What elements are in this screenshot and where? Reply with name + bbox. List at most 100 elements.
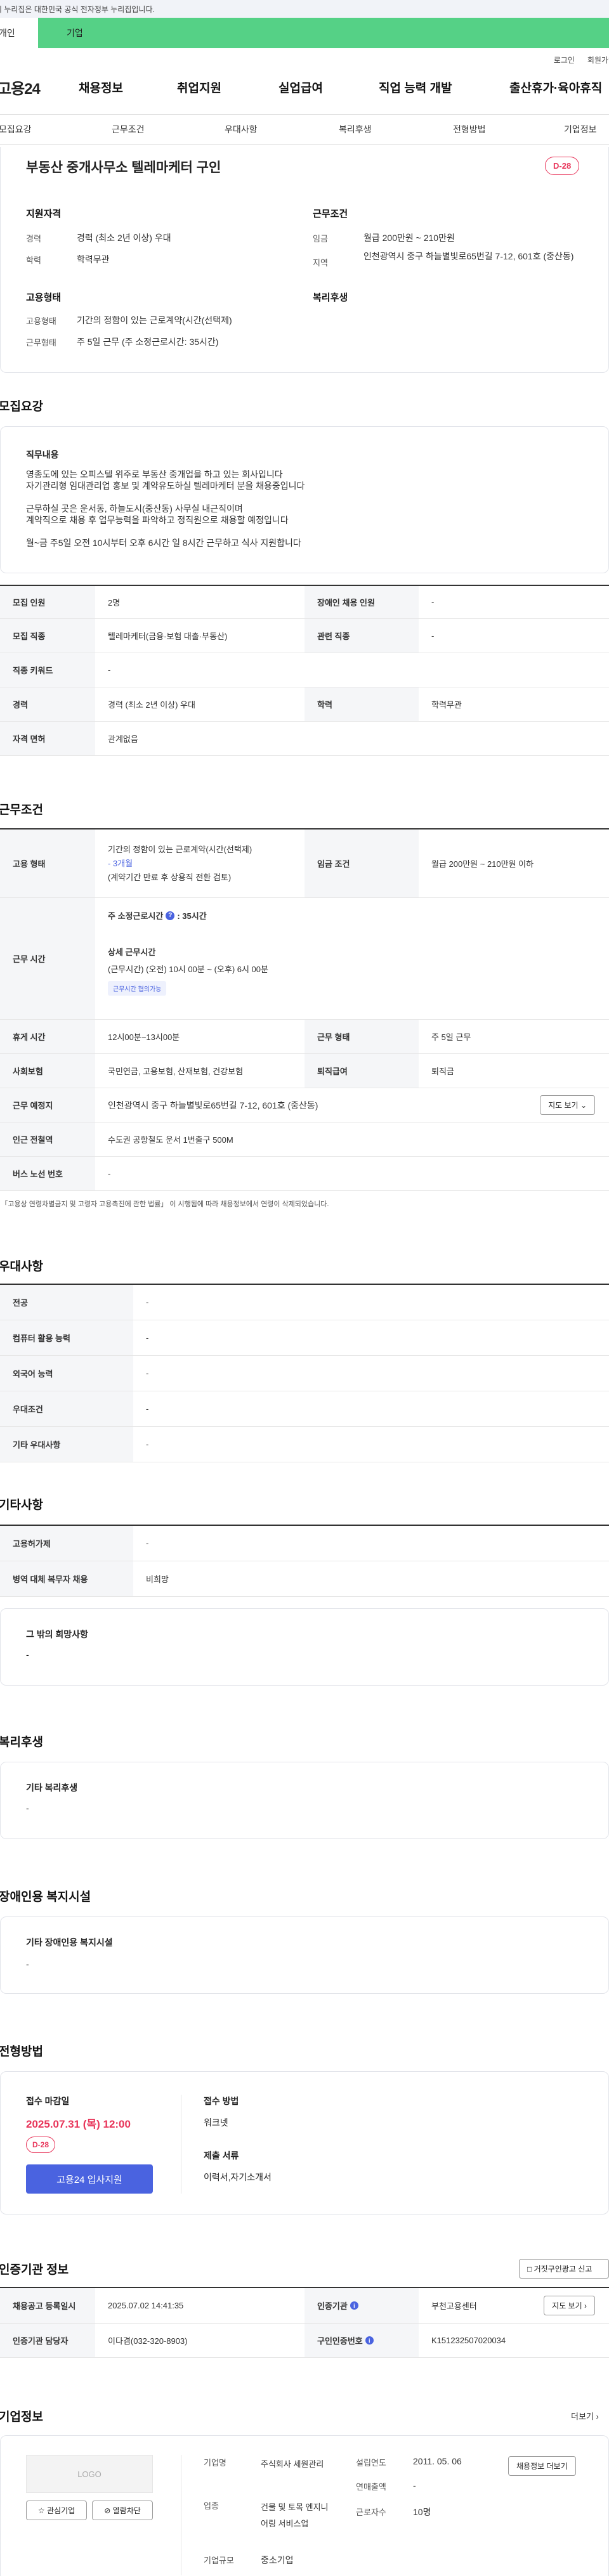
duty-line: 근무하실 곳은 운서동, 하늘도시(중산동) 사무실 내근직이며 bbox=[26, 504, 243, 514]
hope-value: - bbox=[26, 1649, 29, 1660]
qual-edu-label: 학력 bbox=[26, 256, 41, 265]
qual-title: 지원자격 bbox=[26, 209, 62, 219]
login-link[interactable]: 로그인 bbox=[554, 55, 575, 65]
cert-org-value: 부천고용센터 bbox=[431, 2301, 477, 2311]
duty-title: 직무내용 bbox=[26, 450, 59, 460]
table-row: 컴퓨터 활용 능력 - bbox=[0, 1320, 609, 1356]
row-disabled-value: - bbox=[431, 597, 435, 607]
sec-tab-recruit[interactable]: 모집요강 bbox=[0, 123, 112, 136]
cond-emp-value: 기간의 정함이 있는 근로계약(시간(선택제) bbox=[108, 844, 252, 854]
benefit-box-title: 기타 복리후생 bbox=[26, 1783, 78, 1793]
nav-jobs[interactable]: 채용정보 bbox=[79, 79, 177, 96]
cond-rest-label: 휴게 시간 bbox=[0, 1020, 95, 1053]
cond-title: 근무조건 bbox=[313, 209, 348, 219]
info-icon[interactable]: i bbox=[350, 2301, 358, 2310]
company-jobs-button[interactable]: 채용정보 더보기 bbox=[508, 2456, 576, 2476]
block-view-button[interactable]: ⊘ 열람차단 bbox=[92, 2501, 153, 2520]
recruit-section-title: 모집요강 bbox=[0, 400, 43, 413]
row-career-value: 경력 (최소 2년 이상) 우대 bbox=[108, 700, 195, 710]
sec-tab-process[interactable]: 전형방법 bbox=[453, 123, 564, 136]
tab-personal[interactable]: 개인 bbox=[0, 18, 38, 48]
age-notice: * 「고용상 연령차별금지 및 고령자 고용촉진에 관한 법률」 이 시행됨에 … bbox=[0, 1200, 329, 1208]
table-row: 병역 대체 복무자 채용 비희망 bbox=[0, 1561, 609, 1597]
sec-tab-preference[interactable]: 우대사항 bbox=[225, 123, 339, 136]
dday-badge: D-28 bbox=[545, 157, 580, 175]
comp-sales-value: - bbox=[413, 2480, 416, 2490]
row-license-value: 관계없음 bbox=[108, 734, 138, 744]
emp-shape-value: 주 5일 근무 (주 소정근로시간: 35시간) bbox=[77, 337, 219, 347]
weekly-hours-label: 주 소정근로시간 bbox=[108, 911, 164, 921]
cert-map-button[interactable]: 지도 보기 › bbox=[544, 2296, 595, 2315]
comp-name-label: 기업명 bbox=[204, 2458, 226, 2468]
sec-tab-condition[interactable]: 근무조건 bbox=[112, 123, 225, 136]
cond-emp-label: 고용 형태 bbox=[0, 829, 95, 897]
recruit-table: 모집 인원 2명 장애인 채용 인원 - 모집 직종 텔레마케터(금융·보험 대출·부동… bbox=[0, 585, 609, 756]
cond-wage-label: 임금 bbox=[313, 234, 328, 244]
company-more-link[interactable]: 더보기 › bbox=[571, 2410, 599, 2422]
logo[interactable]: 고용24 bbox=[0, 76, 79, 98]
cond-ins-label: 사회보험 bbox=[0, 1054, 95, 1088]
comp-found-value: 2011. 05. 06 bbox=[413, 2456, 462, 2466]
cert-section-title: 인증기관 정보 bbox=[0, 2263, 69, 2277]
nav-training[interactable]: 직업 능력 개발 bbox=[379, 79, 509, 96]
tab-company[interactable]: 기업 bbox=[38, 18, 609, 48]
row-label: 기타 우대사항 bbox=[0, 1427, 133, 1462]
signup-link[interactable]: 회원가입 bbox=[587, 55, 609, 65]
cond-wage-value: 월급 200만원 ~ 210만원 이하 bbox=[431, 859, 534, 869]
sec-tab-company[interactable]: 기업정보 bbox=[564, 123, 597, 136]
cond-shape-value: 주 5일 근무 bbox=[431, 1032, 471, 1042]
cond-shape-label: 근무 형태 bbox=[304, 1020, 419, 1053]
comp-size-label: 기업규모 bbox=[204, 2556, 234, 2565]
nav-unemployment[interactable]: 실업급여 bbox=[278, 79, 379, 96]
row-label: 외국어 능력 bbox=[0, 1356, 133, 1391]
report-fake-ad-button[interactable]: □ 거짓구인광고 신고 bbox=[519, 2259, 609, 2279]
info-icon[interactable]: i bbox=[365, 2336, 374, 2345]
cond-bus-label: 버스 노선 번호 bbox=[0, 1157, 95, 1190]
company-card: LOGO ☆ 관심기업 ⊘ 열람차단 기업명 주식회사 세원관리 설립연도 20… bbox=[0, 2435, 609, 2576]
main-nav: 고용24 채용정보 취업지원 실업급여 직업 능력 개발 출산휴가·육아휴직 bbox=[0, 71, 609, 103]
gov-banner: 이 누리집은 대한민국 공식 전자정부 누리집입니다. bbox=[0, 0, 609, 18]
help-icon[interactable]: ? bbox=[166, 911, 175, 920]
row-value: - bbox=[146, 1404, 149, 1414]
chevron-right-icon: › bbox=[584, 2301, 587, 2310]
docs-label: 제출 서류 bbox=[204, 2150, 239, 2161]
apply-button[interactable]: 고용24 입사지원 bbox=[26, 2164, 153, 2194]
comp-ind-label: 업종 bbox=[204, 2501, 219, 2511]
qual-career-value: 경력 (최소 2년 이상) 우대 bbox=[77, 233, 171, 243]
cert-person-value: 이다겸(032-320-8903) bbox=[108, 2336, 188, 2346]
disabled-card: 기타 장애인용 복지시설 - bbox=[0, 1916, 609, 1994]
process-dday-badge: D-28 bbox=[26, 2137, 56, 2153]
row-value: - bbox=[146, 1369, 149, 1378]
cond-ret-label: 퇴직급여 bbox=[304, 1054, 419, 1088]
method-value: 워크넷 bbox=[204, 2117, 228, 2128]
welfare-title: 복리후생 bbox=[313, 292, 348, 303]
emp-type-label: 고용형태 bbox=[26, 316, 56, 326]
company-section-title: 기업정보 bbox=[0, 2410, 43, 2424]
nav-employment-support[interactable]: 취업지원 bbox=[177, 79, 278, 96]
comp-emp-label: 근로자수 bbox=[356, 2508, 386, 2517]
deadline-value: 2025.07.31 (목) 12:00 bbox=[26, 2118, 131, 2130]
table-row: 기타 우대사항 - bbox=[0, 1427, 609, 1462]
chevron-down-icon: ⌄ bbox=[580, 1101, 587, 1110]
nav-leave[interactable]: 출산휴가·육아휴직 bbox=[509, 79, 602, 96]
row-career-label: 경력 bbox=[0, 687, 95, 721]
duty-line: 월~금 주5일 오전 10시부터 오후 6시간 일 8시간 근무하고 식사 지원… bbox=[26, 538, 301, 548]
comp-found-label: 설립연도 bbox=[356, 2458, 386, 2468]
process-section-title: 전형방법 bbox=[0, 2045, 43, 2059]
fav-company-button[interactable]: ☆ 관심기업 bbox=[26, 2501, 87, 2520]
sec-tab-welfare[interactable]: 복리후생 bbox=[339, 123, 453, 136]
row-related-label: 관련 직종 bbox=[304, 619, 419, 653]
cond-emp-note: (계약기간 만료 후 상용직 전환 검토) bbox=[108, 872, 232, 882]
duty-line bbox=[26, 491, 304, 503]
row-related-value: - bbox=[431, 631, 435, 641]
row-license-label: 자격 면허 bbox=[0, 722, 95, 755]
section-tabs: 모집요강 근무조건 우대사항 복리후생 전형방법 기업정보 bbox=[0, 114, 609, 145]
row-label: 고용허가제 bbox=[0, 1526, 133, 1561]
row-headcount-value: 2명 bbox=[108, 598, 121, 608]
detail-hours-value: (근무시간) (오전) 10시 00분 ~ (오후) 6시 00분 bbox=[108, 965, 268, 974]
row-label: 병역 대체 복무자 채용 bbox=[0, 1561, 133, 1596]
cond-loc-value: 인천광역시 중구 하늘별빛로65번길 7-12, 601호 (중산동) bbox=[108, 1100, 318, 1110]
qual-edu-value: 학력무관 bbox=[77, 254, 110, 264]
row-edu-value: 학력무관 bbox=[431, 700, 462, 710]
map-button[interactable]: 지도 보기 ⌄ bbox=[540, 1095, 595, 1115]
